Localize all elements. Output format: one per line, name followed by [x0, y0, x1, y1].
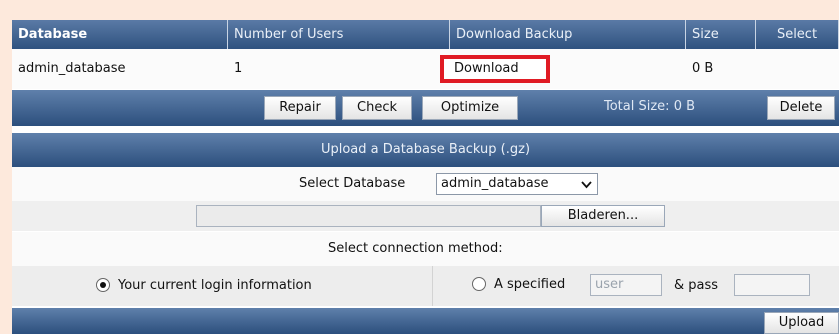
connection-method-label: Select connection method: — [328, 241, 503, 256]
left-strip — [0, 20, 12, 334]
optimize-button[interactable]: Optimize — [422, 96, 518, 120]
header-download-backup[interactable]: Download Backup — [450, 20, 686, 49]
top-strip — [0, 0, 839, 20]
specified-option-label: A specified — [494, 277, 566, 292]
header-select[interactable]: Select — [756, 20, 839, 49]
file-path-field[interactable] — [196, 205, 541, 227]
database-name: admin_database — [18, 61, 126, 76]
upload-button[interactable]: Upload — [764, 312, 839, 334]
user-field[interactable]: user — [590, 274, 662, 296]
user-count: 1 — [234, 61, 243, 76]
delete-button[interactable]: Delete — [767, 96, 835, 120]
header-size[interactable]: Size — [686, 20, 756, 49]
database-size: 0 B — [692, 61, 714, 76]
actions-bar: Repair Check Optimize Total Size: 0 B De… — [12, 90, 839, 126]
select-database-label: Select Database — [299, 176, 406, 191]
header-number-of-users[interactable]: Number of Users — [228, 20, 450, 49]
browse-button[interactable]: Bladeren... — [541, 205, 665, 227]
chevron-down-icon — [581, 174, 592, 201]
pass-label: & pass — [674, 278, 719, 293]
current-login-option-label: Your current login information — [118, 278, 312, 293]
options-divider — [432, 266, 433, 306]
upload-section-title: Upload a Database Backup (.gz) — [12, 133, 839, 167]
connection-method-row: Select connection method: — [12, 232, 839, 266]
total-size-label: Total Size: 0 B — [604, 99, 696, 114]
database-select-value: admin_database — [441, 176, 549, 191]
repair-button[interactable]: Repair — [264, 96, 336, 120]
file-input-row: Bladeren... — [12, 201, 839, 231]
upload-bar: Upload — [12, 308, 839, 334]
check-button[interactable]: Check — [342, 96, 412, 120]
connection-options-row: Your current login information A specifi… — [12, 266, 839, 306]
download-link[interactable]: Download — [440, 55, 550, 83]
header-database[interactable]: Database — [12, 20, 228, 49]
radio-checked-icon[interactable] — [96, 278, 110, 292]
radio-unchecked-icon[interactable] — [472, 277, 486, 291]
pass-field[interactable] — [734, 274, 810, 296]
database-panel: Database Number of Users Download Backup… — [12, 20, 839, 334]
table-row: admin_database 1 Download 0 B — [12, 49, 839, 89]
database-select[interactable]: admin_database — [436, 173, 598, 195]
select-database-row: Select Database admin_database — [12, 167, 839, 201]
user-placeholder: user — [595, 277, 624, 292]
